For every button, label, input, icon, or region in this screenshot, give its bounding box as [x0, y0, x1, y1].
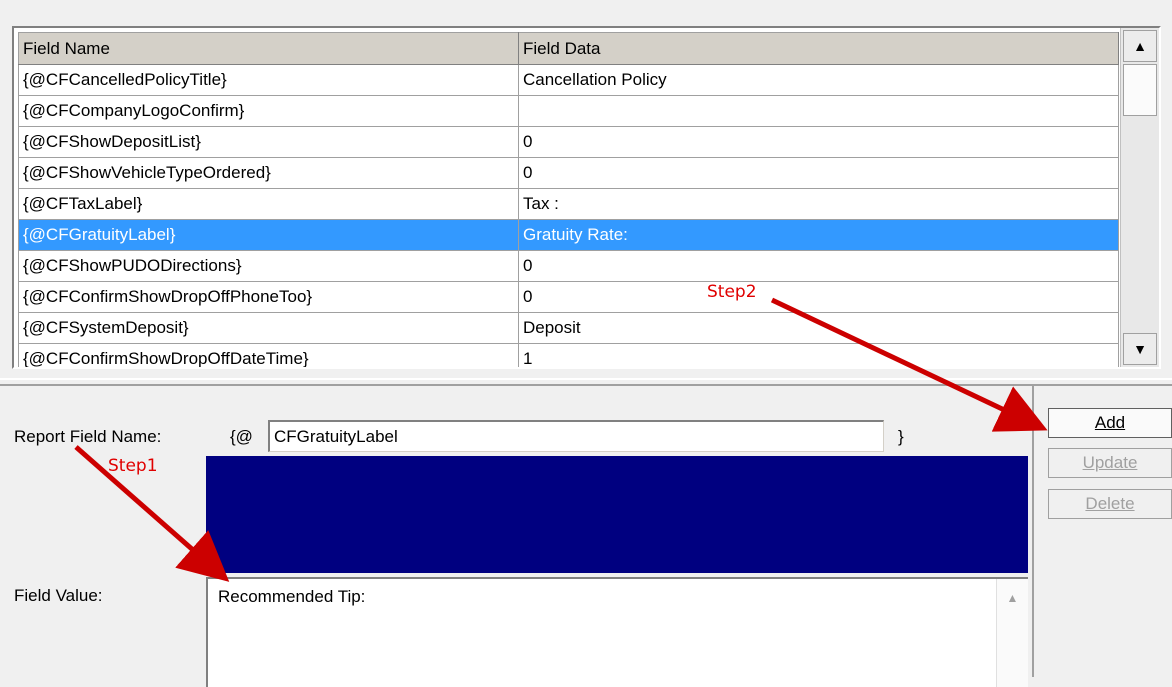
- cell-field-name[interactable]: {@CFShowDepositList}: [18, 126, 519, 158]
- update-button[interactable]: Update: [1048, 448, 1172, 478]
- field-value-text[interactable]: Recommended Tip:: [218, 587, 365, 607]
- field-name-prefix: {@: [230, 427, 253, 446]
- cell-field-name[interactable]: {@CFConfirmShowDropOffDateTime}: [18, 343, 519, 367]
- step2-annotation: Step2: [707, 282, 757, 302]
- step1-annotation: Step1: [108, 456, 158, 476]
- table-row[interactable]: {@CFConfirmShowDropOffPhoneToo} 0: [18, 281, 1119, 313]
- report-field-name-input[interactable]: [268, 420, 884, 452]
- cell-field-data[interactable]: 0: [518, 281, 1119, 313]
- cell-field-data[interactable]: 0: [518, 157, 1119, 189]
- table-row[interactable]: {@CFShowDepositList} 0: [18, 126, 1119, 158]
- report-field-name-label: Report Field Name:: [14, 427, 162, 446]
- cell-field-data[interactable]: Tax :: [518, 188, 1119, 220]
- cell-field-data[interactable]: 0: [518, 126, 1119, 158]
- cell-field-name[interactable]: {@CFShowVehicleTypeOrdered}: [18, 157, 519, 189]
- table-row-selected[interactable]: {@CFGratuityLabel} Gratuity Rate:: [18, 219, 1119, 251]
- scroll-down-arrow-icon[interactable]: ▼: [1123, 333, 1157, 365]
- cell-field-name[interactable]: {@CFSystemDeposit}: [18, 312, 519, 344]
- column-header-field-name[interactable]: Field Name: [18, 32, 519, 65]
- grid-vertical-scrollbar[interactable]: ▲ ▼: [1120, 28, 1159, 367]
- scroll-thumb[interactable]: [1123, 64, 1157, 116]
- table-header-row: Field Name Field Data: [18, 32, 1119, 65]
- cell-field-name[interactable]: {@CFConfirmShowDropOffPhoneToo}: [18, 281, 519, 313]
- column-header-field-data[interactable]: Field Data: [518, 32, 1119, 65]
- table-row[interactable]: {@CFCancelledPolicyTitle} Cancellation Po…: [18, 64, 1119, 96]
- cell-field-name[interactable]: {@CFTaxLabel}: [18, 188, 519, 220]
- table-row[interactable]: {@CFShowVehicleTypeOrdered} 0: [18, 157, 1119, 189]
- cell-field-name[interactable]: {@CFShowPUDODirections}: [18, 250, 519, 282]
- table-row[interactable]: {@CFTaxLabel} Tax :: [18, 188, 1119, 220]
- field-value-label: Field Value:: [14, 586, 103, 605]
- value-scroll-up-icon[interactable]: ▲: [996, 579, 1028, 687]
- add-button[interactable]: Add: [1048, 408, 1172, 438]
- cell-field-name[interactable]: {@CFGratuityLabel}: [18, 219, 519, 251]
- pane-splitter[interactable]: [0, 378, 1172, 386]
- field-value-textarea[interactable]: Recommended Tip: ▲: [206, 577, 1028, 687]
- field-grid: Field Name Field Data {@CFCancelledPolic…: [12, 26, 1161, 369]
- cell-field-data[interactable]: Cancellation Policy: [518, 64, 1119, 96]
- field-table: Field Name Field Data {@CFCancelledPolic…: [18, 32, 1119, 367]
- table-row[interactable]: {@CFConfirmShowDropOffDateTime} 1: [18, 343, 1119, 367]
- field-preview-area: [206, 456, 1028, 573]
- cell-field-data[interactable]: [518, 95, 1119, 127]
- cell-field-name[interactable]: {@CFCancelledPolicyTitle}: [18, 64, 519, 96]
- cell-field-name[interactable]: {@CFCompanyLogoConfirm}: [18, 95, 519, 127]
- action-panel: Add Update Delete: [1032, 386, 1172, 677]
- cell-field-data[interactable]: Gratuity Rate:: [518, 219, 1119, 251]
- cell-field-data[interactable]: 0: [518, 250, 1119, 282]
- grid-viewport: Field Name Field Data {@CFCancelledPolic…: [18, 32, 1119, 367]
- cell-field-data[interactable]: Deposit: [518, 312, 1119, 344]
- table-row[interactable]: {@CFSystemDeposit} Deposit: [18, 312, 1119, 344]
- cell-field-data[interactable]: 1: [518, 343, 1119, 367]
- table-row[interactable]: {@CFShowPUDODirections} 0: [18, 250, 1119, 282]
- field-name-suffix: }: [898, 427, 904, 446]
- table-row[interactable]: {@CFCompanyLogoConfirm}: [18, 95, 1119, 127]
- scroll-up-arrow-icon[interactable]: ▲: [1123, 30, 1157, 62]
- delete-button[interactable]: Delete: [1048, 489, 1172, 519]
